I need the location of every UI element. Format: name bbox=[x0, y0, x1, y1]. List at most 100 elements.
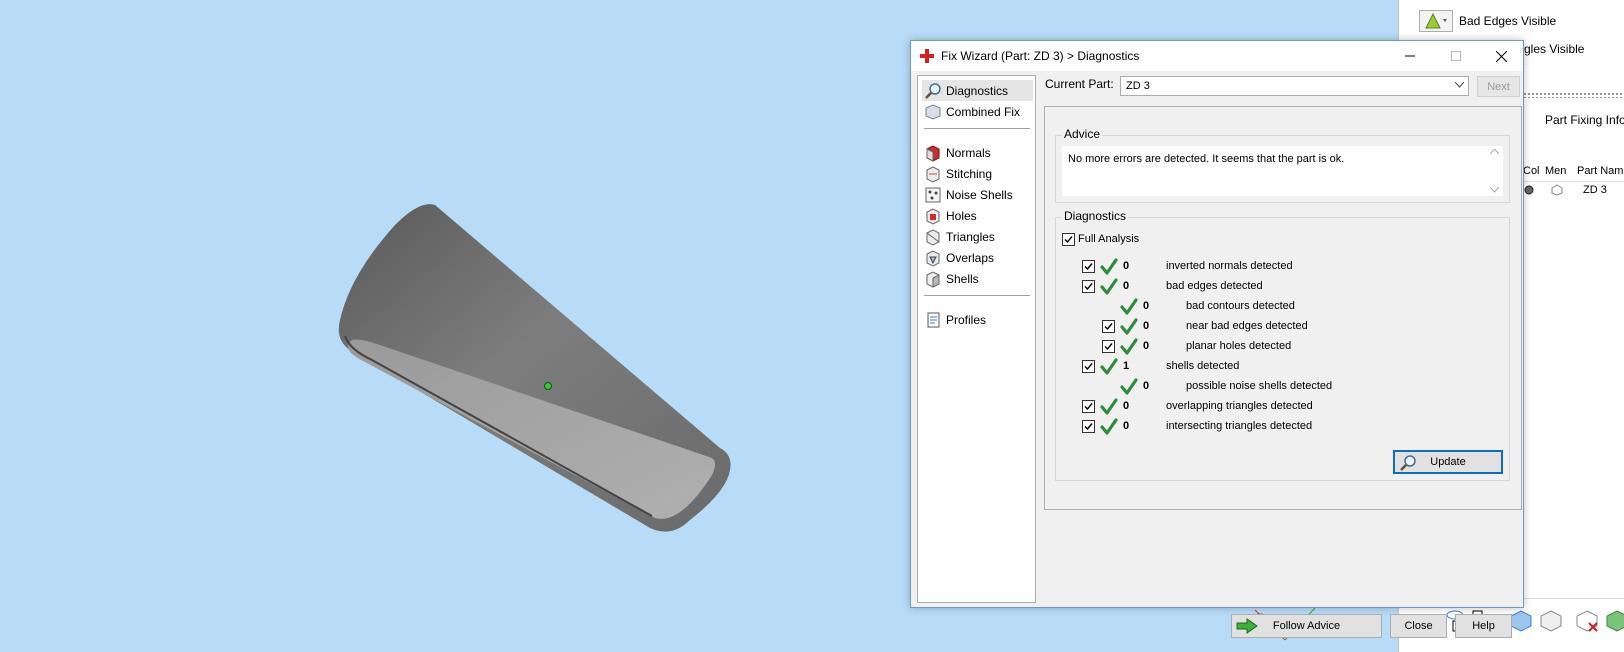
col-header-col[interactable]: Col bbox=[1523, 165, 1540, 177]
follow-advice-button[interactable]: Follow Advice bbox=[1231, 614, 1382, 638]
diagnostic-text: near bad edges detected bbox=[1186, 320, 1308, 332]
checkmark-icon bbox=[1084, 263, 1093, 271]
advice-textarea[interactable]: No more errors are detected. It seems th… bbox=[1062, 146, 1503, 196]
nav-holes[interactable]: Holes bbox=[922, 205, 1033, 226]
magnifier-icon bbox=[925, 82, 941, 99]
diagnostic-text: planar holes detected bbox=[1186, 340, 1292, 352]
diagnostic-row: 0 inverted normals detected bbox=[1056, 257, 1496, 277]
noise-shells-icon bbox=[925, 187, 941, 202]
diagnostic-row: 0 near bad edges detected bbox=[1056, 317, 1496, 337]
follow-advice-label: Follow Advice bbox=[1272, 620, 1341, 632]
close-window-button[interactable] bbox=[1478, 41, 1524, 71]
fix-wizard-dialog: Fix Wizard (Part: ZD 3) > Diagnostics Di… bbox=[910, 40, 1524, 638]
diagnostic-checkbox[interactable] bbox=[1102, 320, 1115, 333]
advice-scrollbar[interactable] bbox=[1486, 146, 1503, 196]
diagnostic-checkbox[interactable] bbox=[1082, 360, 1095, 373]
diagnostics-panel: Advice No more errors are detected. It s… bbox=[1044, 106, 1522, 510]
triangle-icon bbox=[1425, 13, 1447, 29]
diagnostic-row: 0 planar holes detected bbox=[1056, 337, 1496, 357]
maximize-icon bbox=[1451, 51, 1461, 61]
full-analysis-row[interactable]: Full Analysis bbox=[1062, 229, 1139, 249]
diagnostic-row: 0 bad contours detected bbox=[1056, 297, 1496, 317]
nav-profiles[interactable]: Profiles bbox=[922, 309, 1033, 330]
dialog-body: Diagnostics Combined Fix Normals Stitchi… bbox=[917, 75, 1522, 638]
col-header-part-name[interactable]: Part Name bbox=[1577, 165, 1624, 177]
nav-label: Normals bbox=[946, 145, 991, 160]
advice-group: Advice No more errors are detected. It s… bbox=[1055, 127, 1510, 203]
cube-blue-icon[interactable] bbox=[1509, 609, 1533, 633]
nav-triangles[interactable]: Triangles bbox=[922, 226, 1033, 247]
nav-label: Shells bbox=[946, 271, 979, 286]
bad-edges-visible-button[interactable] bbox=[1419, 10, 1453, 32]
full-analysis-checkbox[interactable] bbox=[1062, 232, 1075, 246]
diagnostic-checkbox[interactable] bbox=[1082, 280, 1095, 293]
part-fixing-info-tab[interactable]: Part Fixing Info bbox=[1545, 113, 1624, 127]
diagnostic-checkbox[interactable] bbox=[1082, 420, 1095, 433]
green-check-icon bbox=[1120, 298, 1138, 315]
delete-part-icon[interactable] bbox=[1575, 609, 1599, 633]
wizard-nav: Diagnostics Combined Fix Normals Stitchi… bbox=[917, 75, 1036, 603]
magnifier-icon bbox=[1400, 455, 1416, 471]
nav-normals[interactable]: Normals bbox=[922, 142, 1033, 163]
close-button[interactable]: Close bbox=[1390, 614, 1447, 638]
nav-label: Diagnostics bbox=[946, 83, 1009, 98]
profiles-icon bbox=[927, 312, 940, 327]
current-part-select[interactable]: ZD 3 bbox=[1120, 76, 1469, 96]
current-part-value: ZD 3 bbox=[1126, 80, 1150, 92]
diagnostic-checkbox[interactable] bbox=[1082, 260, 1095, 273]
diagnostic-row: 0 bad edges detected bbox=[1056, 277, 1496, 297]
green-check-icon bbox=[1100, 398, 1118, 415]
triangles-visible-row[interactable]: gles Visible bbox=[1524, 37, 1584, 61]
diagnostic-checkbox[interactable] bbox=[1102, 340, 1115, 353]
diagnostic-row: 0 intersecting triangles detected bbox=[1056, 417, 1496, 437]
diagnostic-checkbox[interactable] bbox=[1082, 400, 1095, 413]
checkmark-icon bbox=[1064, 235, 1073, 243]
green-check-icon bbox=[1120, 338, 1138, 355]
diagnostic-text: bad contours detected bbox=[1186, 300, 1295, 312]
nav-stitching[interactable]: Stitching bbox=[922, 163, 1033, 184]
chevron-down-icon bbox=[1455, 82, 1464, 88]
cube-gray-icon[interactable] bbox=[1539, 609, 1563, 633]
nav-label: Combined Fix bbox=[946, 104, 1021, 119]
update-button[interactable]: Update bbox=[1393, 450, 1503, 474]
nav-diagnostics[interactable]: Diagnostics bbox=[922, 80, 1033, 101]
checkmark-icon bbox=[1084, 363, 1093, 371]
red-cross-icon bbox=[920, 49, 934, 63]
green-check-icon bbox=[1100, 358, 1118, 375]
nav-noise-shells[interactable]: Noise Shells bbox=[922, 184, 1033, 205]
col-header-men[interactable]: Men bbox=[1545, 165, 1566, 177]
diagnostics-title: Diagnostics bbox=[1062, 209, 1129, 223]
minimize-button[interactable] bbox=[1387, 41, 1433, 71]
next-button[interactable]: Next bbox=[1477, 76, 1520, 97]
dialog-titlebar[interactable]: Fix Wizard (Part: ZD 3) > Diagnostics bbox=[911, 41, 1523, 71]
green-check-icon bbox=[1120, 378, 1138, 395]
maximize-button[interactable] bbox=[1433, 41, 1479, 71]
diagnostic-text: intersecting triangles detected bbox=[1166, 420, 1313, 432]
checkmark-icon bbox=[1084, 283, 1093, 291]
color-swatch-icon bbox=[1524, 185, 1534, 195]
close-icon bbox=[1495, 50, 1507, 62]
combined-fix-icon bbox=[925, 103, 941, 120]
diagnostic-count: 0 bbox=[1123, 400, 1130, 412]
green-check-icon bbox=[1100, 278, 1118, 295]
update-label: Update bbox=[1430, 456, 1466, 468]
green-check-icon bbox=[1120, 318, 1138, 335]
nav-overlaps[interactable]: Overlaps bbox=[922, 247, 1033, 268]
minimize-icon bbox=[1405, 55, 1415, 57]
mesh-cube-icon bbox=[1551, 184, 1563, 196]
green-arrow-icon bbox=[1236, 618, 1258, 634]
diagnostic-text: overlapping triangles detected bbox=[1166, 400, 1313, 412]
help-button[interactable]: Help bbox=[1455, 614, 1512, 638]
nav-combined-fix[interactable]: Combined Fix bbox=[922, 101, 1033, 122]
green-check-icon bbox=[1100, 418, 1118, 435]
normals-icon bbox=[926, 144, 940, 162]
diagnostic-row: 0 overlapping triangles detected bbox=[1056, 397, 1496, 417]
nav-shells[interactable]: Shells bbox=[922, 268, 1033, 289]
nav-label: Stitching bbox=[946, 166, 993, 181]
ring-model[interactable] bbox=[0, 0, 900, 652]
cube-green-icon[interactable] bbox=[1605, 609, 1624, 633]
stitching-icon bbox=[926, 165, 940, 183]
bad-edges-visible-row[interactable]: Bad Edges Visible bbox=[1419, 9, 1556, 33]
diagnostics-group: Diagnostics Full Analysis 0 inverted norm… bbox=[1055, 209, 1510, 481]
diagnostic-text: inverted normals detected bbox=[1166, 260, 1293, 272]
